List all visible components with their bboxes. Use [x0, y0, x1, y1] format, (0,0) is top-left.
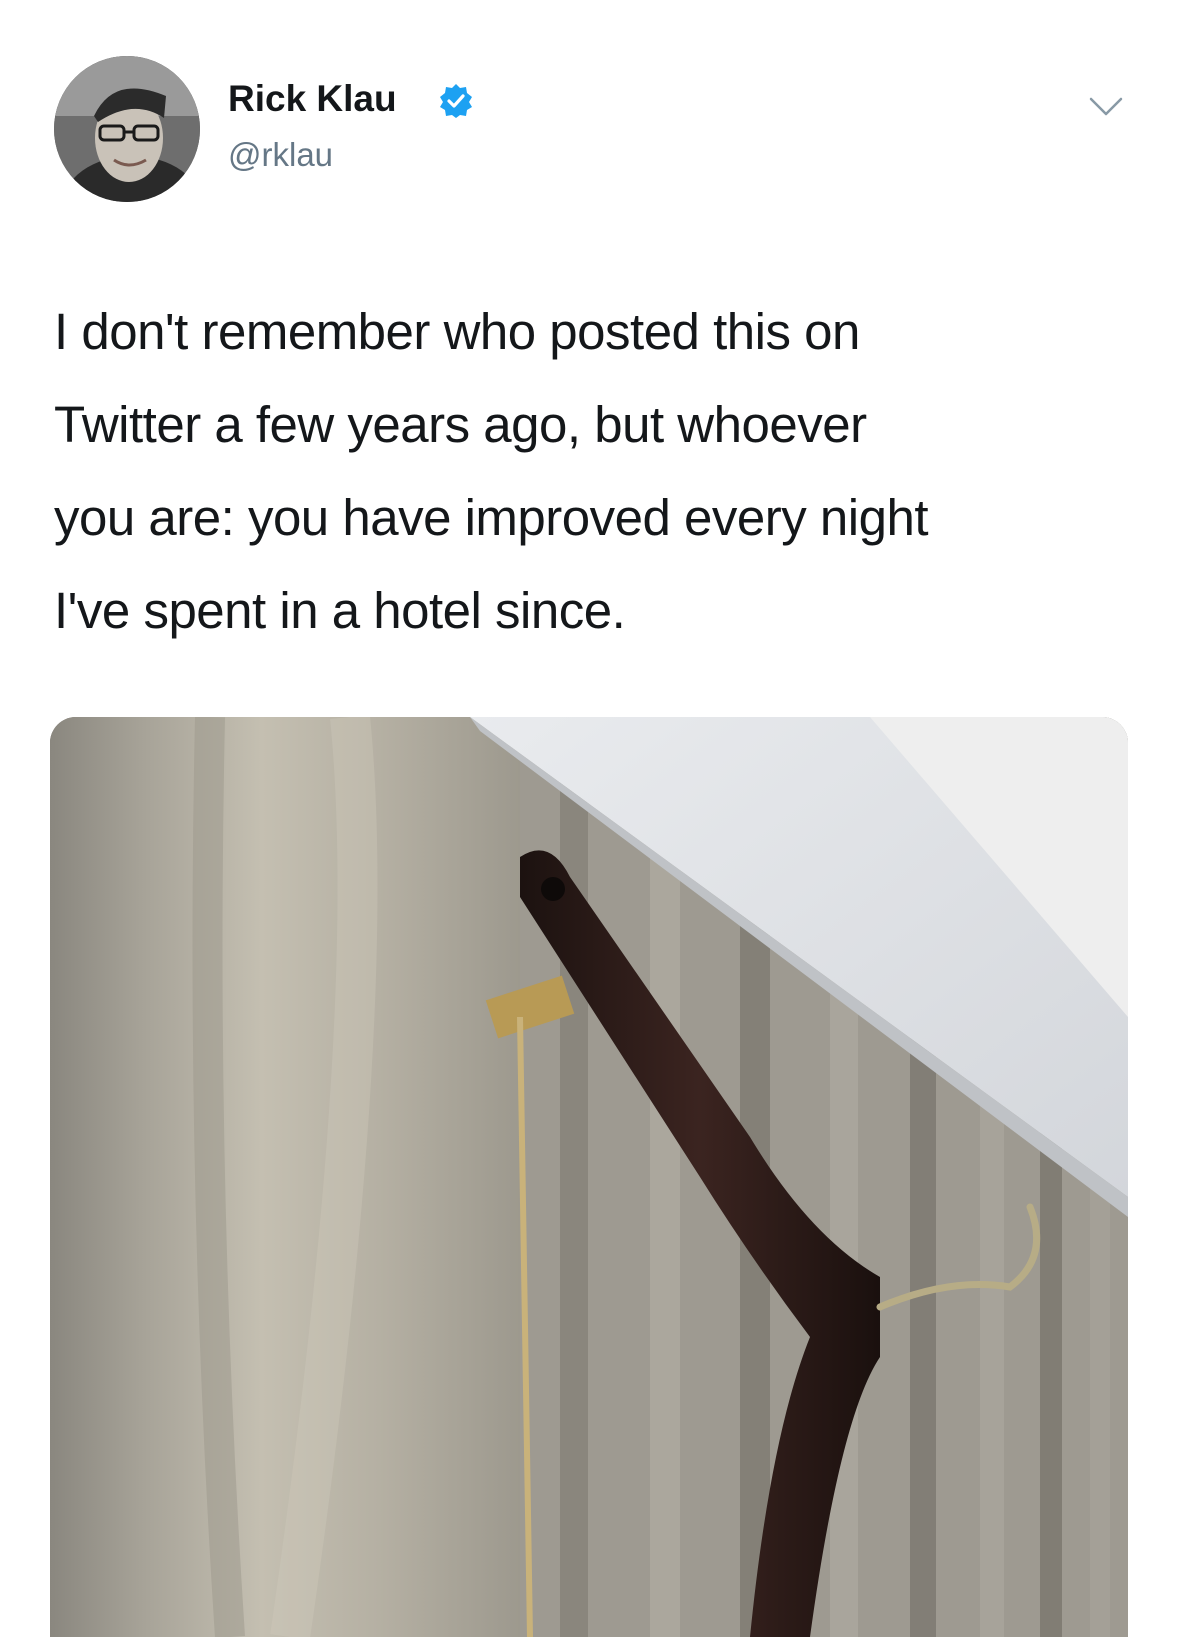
tweet-text-line: you are: you have improved every night: [54, 489, 929, 546]
tweet-text-line: Twitter a few years ago, but whoever: [54, 396, 867, 453]
avatar-photo: [54, 56, 200, 202]
curtain-hanger-photo: [50, 717, 1128, 1637]
tweet-text-line: I don't remember who posted this on: [54, 303, 860, 360]
tweet-text-line: I've spent in a hotel since.: [54, 582, 626, 639]
display-name[interactable]: Rick Klau: [228, 78, 397, 120]
verified-badge-icon: [440, 84, 472, 118]
user-handle[interactable]: @rklau: [228, 136, 333, 174]
tweet-photo[interactable]: [50, 717, 1128, 1637]
chevron-down-icon[interactable]: [1088, 94, 1124, 118]
tweet-card: Rick Klau @rklau I don't remember who po…: [0, 0, 1179, 1637]
avatar[interactable]: [54, 56, 200, 202]
tweet-text: I don't remember who posted this on Twit…: [54, 285, 1134, 657]
